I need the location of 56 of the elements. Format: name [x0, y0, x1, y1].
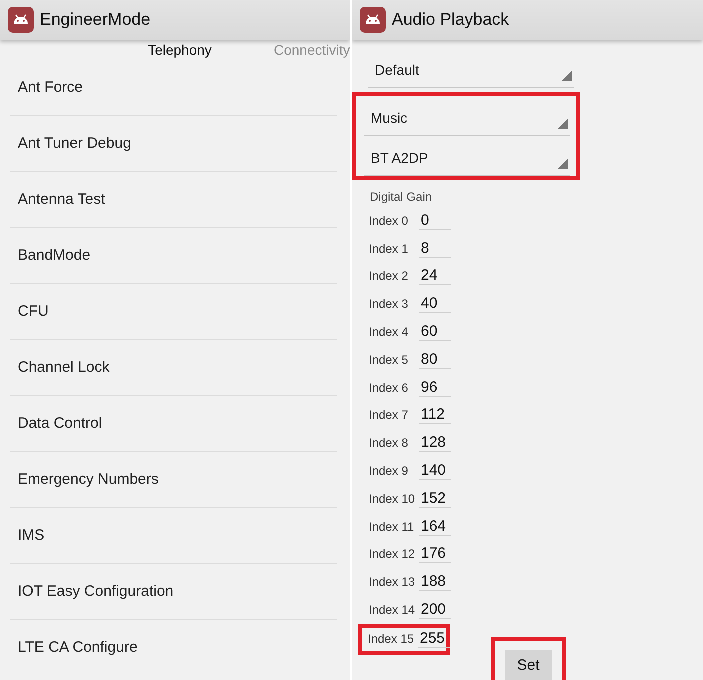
- index-label: Index 9: [369, 464, 410, 478]
- gain-input[interactable]: 152: [419, 490, 451, 508]
- dropdown-triangle-icon: [558, 159, 568, 169]
- index-label: Index 14: [369, 603, 415, 618]
- gain-input[interactable]: 200: [419, 601, 451, 620]
- index-label: Index 8: [369, 436, 410, 450]
- index-label: Index 5: [369, 352, 410, 367]
- tab[interactable]: Telephony: [86, 42, 274, 58]
- menu-item[interactable]: Ant Tuner Debug: [10, 135, 132, 152]
- index-label: Index 12: [369, 547, 415, 562]
- index-label: Index 0: [369, 214, 410, 228]
- gain-input[interactable]: 8: [419, 240, 451, 258]
- dropdown-triangle-icon: [562, 71, 572, 81]
- dropdown[interactable]: Default: [368, 48, 574, 88]
- gain-input[interactable]: 0: [419, 212, 451, 230]
- menu-item[interactable]: Emergency Numbers: [10, 471, 159, 488]
- menu-item[interactable]: Data Control: [10, 415, 102, 432]
- gain-input[interactable]: 176: [419, 545, 451, 564]
- gain-input[interactable]: 255: [418, 630, 450, 648]
- gain-input[interactable]: 96: [419, 378, 451, 397]
- index-label: Index 7: [369, 408, 410, 422]
- menu-item[interactable]: CFU: [10, 303, 49, 320]
- index-label: Index 13: [369, 575, 415, 590]
- index-label: Index 3: [369, 297, 410, 312]
- menu-item[interactable]: Ant Force: [10, 79, 84, 96]
- gain-input[interactable]: 128: [419, 434, 451, 452]
- menu-item[interactable]: IMS: [10, 527, 45, 544]
- index-label: Index 4: [369, 325, 410, 340]
- menu-item[interactable]: BandMode: [10, 247, 91, 264]
- gain-input[interactable]: 112: [419, 406, 451, 424]
- dropdown[interactable]: BT A2DP: [364, 136, 570, 176]
- gain-input[interactable]: 164: [419, 518, 451, 536]
- menu-item[interactable]: IOT Easy Configuration: [10, 583, 174, 600]
- gain-input[interactable]: 24: [419, 267, 451, 286]
- app-title: EngineerMode: [40, 10, 151, 30]
- index-label: Index 15: [368, 632, 414, 646]
- android-app-icon: [8, 7, 34, 33]
- dropdown-triangle-icon: [558, 119, 568, 129]
- menu-item[interactable]: Antenna Test: [10, 191, 106, 208]
- section-label: Digital Gain: [370, 190, 434, 204]
- index-label: Index 10: [369, 492, 415, 506]
- gain-input[interactable]: 188: [419, 573, 451, 592]
- index-label: Index 2: [369, 269, 410, 284]
- gain-input[interactable]: 40: [419, 295, 451, 314]
- dropdown[interactable]: Music: [364, 96, 570, 136]
- index-label: Index 11: [369, 520, 415, 534]
- android-app-icon: [360, 7, 386, 33]
- index-label: Index 1: [369, 242, 410, 256]
- gain-input[interactable]: 140: [419, 462, 451, 480]
- gain-input[interactable]: 80: [419, 350, 451, 369]
- gain-input[interactable]: 60: [419, 323, 451, 342]
- app-title: Audio Playback: [392, 10, 510, 30]
- menu-item[interactable]: Channel Lock: [10, 359, 110, 376]
- menu-item[interactable]: LTE CA Configure: [10, 639, 138, 656]
- set-button[interactable]: Set: [505, 650, 552, 680]
- index-label: Index 6: [369, 380, 410, 395]
